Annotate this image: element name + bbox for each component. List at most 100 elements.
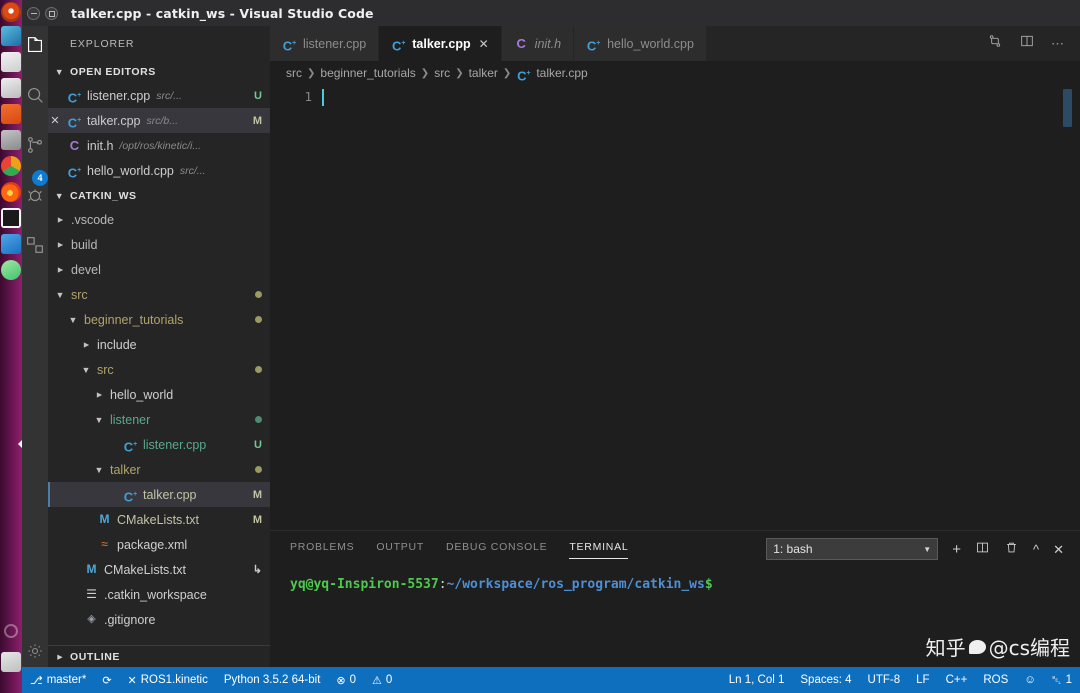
tree-row[interactable]: ▼ src bbox=[48, 282, 270, 307]
libreoffice-calc-icon[interactable] bbox=[1, 78, 21, 98]
open-editor-item[interactable]: C+ listener.cpp src/... U bbox=[48, 83, 270, 108]
libreoffice-writer-icon[interactable] bbox=[1, 52, 21, 72]
source-control-icon[interactable] bbox=[24, 134, 46, 156]
tree-item-label: .gitignore bbox=[104, 612, 156, 627]
tree-item-label: hello_world bbox=[110, 387, 174, 402]
status-branch[interactable]: ⎇ master* bbox=[22, 667, 94, 693]
android-studio-icon[interactable] bbox=[1, 260, 21, 280]
status-cursor-position[interactable]: Ln 1, Col 1 bbox=[721, 674, 793, 686]
tree-row[interactable]: C+ listener.cpp U bbox=[48, 432, 270, 457]
breadcrumb-item[interactable]: src bbox=[286, 66, 302, 80]
tree-item-label: listener bbox=[110, 412, 151, 427]
explorer-icon[interactable] bbox=[24, 34, 46, 56]
editor-tab[interactable]: C+ talker.cpp ✕ bbox=[379, 26, 502, 61]
terminal-icon[interactable] bbox=[1, 208, 21, 228]
branch-label: master* bbox=[46, 674, 87, 686]
terminal-body[interactable]: yq@yq-Inspiron-5537:~/workspace/ros_prog… bbox=[270, 567, 1080, 667]
code-editor[interactable]: 1 bbox=[270, 85, 1080, 530]
breadcrumb-item[interactable]: talker.cpp bbox=[536, 66, 587, 80]
system-settings-icon[interactable] bbox=[1, 130, 21, 150]
outline-header[interactable]: ▼ OUTLINE bbox=[48, 645, 270, 667]
tree-item-label: talker.cpp bbox=[143, 487, 197, 502]
breadcrumb-item[interactable]: beginner_tutorials bbox=[320, 66, 415, 80]
split-diff-icon[interactable] bbox=[987, 33, 1003, 54]
close-icon[interactable]: ✕ bbox=[479, 37, 489, 51]
cmake-file-icon: M bbox=[99, 512, 110, 526]
panel-tab[interactable]: OUTPUT bbox=[376, 541, 424, 557]
status-ros-status[interactable]: ROS bbox=[975, 674, 1016, 686]
editor-tab[interactable]: C+ hello_world.cpp bbox=[574, 26, 707, 61]
split-editor-icon[interactable] bbox=[1019, 33, 1035, 54]
firefox-icon[interactable] bbox=[1, 182, 21, 202]
tree-row[interactable]: ▼ include bbox=[48, 332, 270, 357]
tree-row[interactable]: M CMakeLists.txt M bbox=[48, 507, 270, 532]
tree-row[interactable]: M CMakeLists.txt ↳ bbox=[48, 557, 270, 582]
tree-row[interactable]: ☰ .catkin_workspace bbox=[48, 582, 270, 607]
workspace-header[interactable]: ▼ CATKIN_WS bbox=[48, 185, 270, 207]
tree-row[interactable]: ▼ src bbox=[48, 357, 270, 382]
tree-row[interactable]: ▼ hello_world bbox=[48, 382, 270, 407]
ubuntu-dash-icon[interactable] bbox=[1, 2, 21, 22]
panel-tab[interactable]: DEBUG CONSOLE bbox=[446, 541, 547, 557]
tree-row[interactable]: ≈ package.xml bbox=[48, 532, 270, 557]
status-indentation[interactable]: Spaces: 4 bbox=[792, 674, 859, 686]
tree-row[interactable]: ▼ .vscode bbox=[48, 207, 270, 232]
cpp-file-icon: C+ bbox=[123, 439, 138, 455]
open-editor-item[interactable]: C+ hello_world.cpp src/... bbox=[48, 158, 270, 183]
extensions-icon[interactable] bbox=[24, 234, 46, 256]
status-language-mode[interactable]: C++ bbox=[938, 674, 976, 686]
kill-terminal-icon[interactable] bbox=[1004, 540, 1019, 558]
editor-tab[interactable]: C+ listener.cpp bbox=[270, 26, 380, 61]
open-editors-label: OPEN EDITORS bbox=[70, 66, 156, 78]
google-chrome-icon[interactable] bbox=[1, 156, 21, 176]
tree-row[interactable]: ▼ beginner_tutorials bbox=[48, 307, 270, 332]
status-ros-distro[interactable]: ✕ ROS1.kinetic bbox=[120, 667, 216, 693]
close-panel-icon[interactable]: ✕ bbox=[1053, 543, 1064, 556]
status-sync[interactable]: ⟳ bbox=[94, 667, 119, 693]
terminal-selector[interactable]: 1: bash ▼ bbox=[766, 538, 939, 560]
status-encoding[interactable]: UTF-8 bbox=[860, 674, 909, 686]
search-icon[interactable] bbox=[24, 84, 46, 106]
tree-row[interactable]: ▼ listener bbox=[48, 407, 270, 432]
maximize-panel-icon[interactable]: ^ bbox=[1033, 543, 1039, 556]
tree-item-label: src bbox=[71, 287, 88, 302]
status-badge: ↳ bbox=[252, 564, 262, 576]
split-terminal-icon[interactable] bbox=[975, 540, 990, 558]
gear-icon[interactable] bbox=[25, 641, 45, 661]
panel-tab[interactable]: TERMINAL bbox=[569, 541, 629, 559]
editor-tab[interactable]: Cinit.h bbox=[501, 26, 575, 61]
tree-row[interactable]: ▼ build bbox=[48, 232, 270, 257]
open-editors-header[interactable]: ▼ OPEN EDITORS bbox=[48, 61, 270, 83]
more-actions-icon[interactable]: ⋯ bbox=[1051, 36, 1066, 52]
open-editor-item[interactable]: Cinit.h/opt/ros/kinetic/i... bbox=[48, 133, 270, 158]
status-notifications[interactable]: ␇ 1 bbox=[1044, 673, 1080, 688]
status-feedback-smiley[interactable]: ☺ bbox=[1016, 674, 1044, 686]
tree-row[interactable]: ▼ devel bbox=[48, 257, 270, 282]
panel-tab[interactable]: PROBLEMS bbox=[290, 541, 354, 557]
breadcrumb-separator: ❯ bbox=[502, 67, 512, 79]
launcher-gear-icon[interactable] bbox=[4, 624, 18, 638]
maximize-icon[interactable] bbox=[45, 6, 58, 20]
vscode-icon[interactable] bbox=[1, 234, 21, 254]
breadcrumb-item[interactable]: talker bbox=[469, 66, 498, 80]
modified-dot-icon bbox=[255, 366, 262, 373]
breadcrumb-item[interactable]: src bbox=[434, 66, 450, 80]
tree-item-label: listener.cpp bbox=[143, 437, 207, 452]
tree-row[interactable]: ◈ .gitignore bbox=[48, 607, 270, 632]
trash-icon[interactable] bbox=[1, 652, 21, 672]
new-terminal-icon[interactable]: + bbox=[952, 542, 961, 557]
ubuntu-software-icon[interactable] bbox=[1, 104, 21, 124]
status-python-version[interactable]: Python 3.5.2 64-bit bbox=[216, 667, 329, 693]
open-editor-item[interactable]: ✕ C+ talker.cpp src/b... M bbox=[48, 108, 270, 133]
minimize-icon[interactable] bbox=[27, 6, 40, 20]
status-warnings[interactable]: ⚠ 0 bbox=[364, 667, 400, 693]
tree-row[interactable]: C+ talker.cpp M bbox=[48, 482, 270, 507]
tree-row[interactable]: ▼ talker bbox=[48, 457, 270, 482]
status-problems[interactable]: ⊗ 0 bbox=[328, 667, 364, 693]
files-icon[interactable] bbox=[1, 26, 21, 46]
editor-scrollbar[interactable] bbox=[1063, 89, 1072, 127]
chevron-down-icon: ▼ bbox=[68, 314, 78, 325]
status-eol[interactable]: LF bbox=[908, 674, 937, 686]
run-debug-icon[interactable] bbox=[24, 184, 46, 206]
close-icon[interactable]: ✕ bbox=[48, 114, 62, 127]
